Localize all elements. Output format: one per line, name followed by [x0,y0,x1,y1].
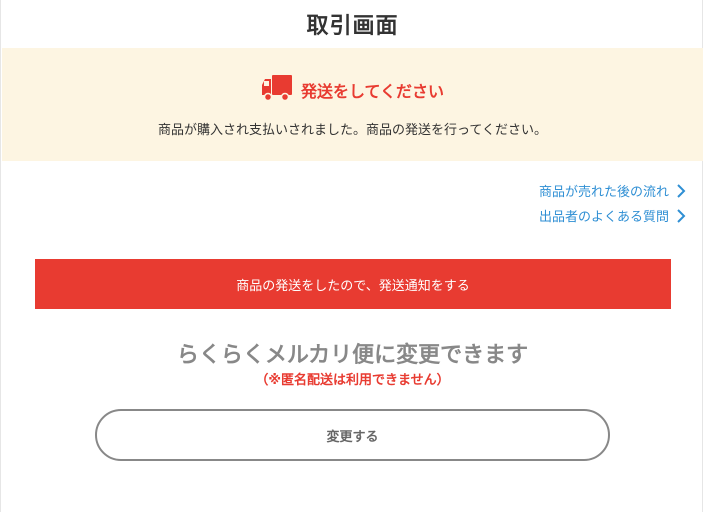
change-shipping-button[interactable]: 変更する [95,409,610,461]
notice-message: 商品が購入され支払いされました。商品の発送を行ってください。 [158,123,547,138]
chevron-right-icon [676,183,686,198]
page-frame: 取引画面 発送をしてください 商品が購入され支払いされました。商品の発送を行って… [0,0,703,512]
help-links: 商品が売れた後の流れ 出品者のよくある質問 [539,178,686,228]
after-sale-flow-link[interactable]: 商品が売れた後の流れ [539,178,686,203]
chevron-right-icon [676,208,686,223]
truck-icon [261,74,293,106]
link-label: 出品者のよくある質問 [538,210,669,225]
notice-heading: 発送をしてください [2,74,703,106]
page-title: 取引画面 [306,14,399,39]
link-label: 商品が売れた後の流れ [538,185,669,200]
page-header: 取引画面 [1,0,703,48]
seller-faq-link[interactable]: 出品者のよくある質問 [539,203,686,228]
promo-note: （※匿名配送は利用できません） [255,373,450,388]
ship-notify-button[interactable]: 商品の発送をしたので、発送通知をする [35,259,671,309]
promo-title: らくらくメルカリ便に変更できます [176,343,529,368]
shipping-notice: 発送をしてください 商品が購入され支払いされました。商品の発送を行ってください。 [2,48,703,161]
notice-title: 発送をしてください [300,82,445,101]
